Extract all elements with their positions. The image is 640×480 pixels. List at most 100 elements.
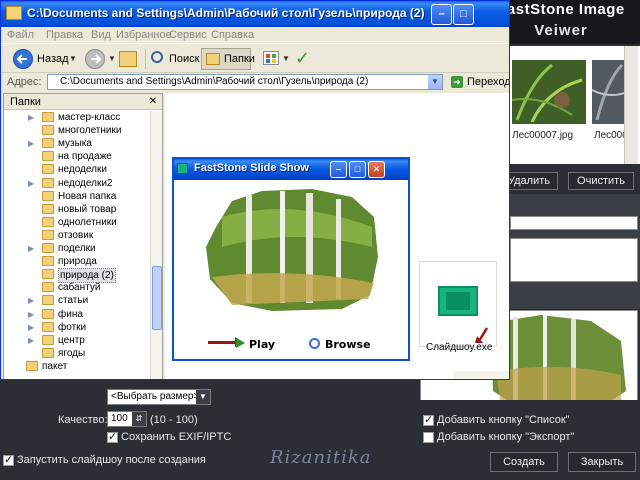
menu-tools[interactable]: Сервис [169,29,207,41]
expand-icon[interactable]: ▶ [28,244,34,253]
close-button[interactable]: Закрыть [568,452,636,472]
expand-icon[interactable]: ▶ [28,336,34,345]
tree-item[interactable]: природа [4,255,150,268]
chevron-down-icon[interactable]: ▼ [428,75,442,89]
search-icon[interactable] [309,338,320,349]
forward-arrow-icon [91,54,102,64]
tree-item-label: фотки [58,321,87,333]
menu-bar: Файл Правка Вид Избранное Сервис Справка [1,27,509,44]
quality-spinner[interactable]: 100 ⇵ [107,411,147,427]
address-bar: Адрес: C:\Documents and Settings\Admin\Р… [1,73,509,91]
tree-item[interactable]: пакет [4,360,150,373]
menu-help[interactable]: Справка [211,29,254,41]
scrollbar-thumb[interactable] [152,266,162,330]
expand-icon[interactable]: ▶ [28,113,34,122]
chevron-down-icon[interactable]: ▼ [69,54,77,63]
expand-icon[interactable]: ▶ [28,323,34,332]
checkmark-icon[interactable]: ✓ [295,48,310,69]
save-exif-label: Сохранить EXIF/IPTC [121,431,232,443]
close-button[interactable]: ✕ [368,161,385,178]
description-field[interactable] [510,238,638,282]
tree-item-label: статьи [58,295,89,307]
folder-icon [42,190,54,201]
back-button[interactable] [13,49,33,69]
tree-item[interactable]: ▶ центр [4,334,150,347]
go-button[interactable]: Переход [467,76,509,88]
menu-view[interactable]: Вид [91,29,111,41]
minimize-button[interactable]: – [330,161,347,178]
tree-item-label: на продаже [58,151,112,163]
folder-icon [206,53,220,65]
tree-item[interactable]: ▶ недоделки2 [4,177,150,190]
search-label[interactable]: Поиск [169,53,199,65]
chevron-down-icon[interactable]: ▼ [108,54,116,63]
menu-file[interactable]: Файл [7,29,34,41]
folder-icon [42,334,54,345]
expand-icon[interactable]: ▶ [28,139,34,148]
horizontal-scrollbar[interactable] [453,371,509,379]
tree-item[interactable]: ▶ статьи [4,294,150,307]
thumbnail-image[interactable] [592,60,628,124]
expand-icon[interactable]: ▶ [28,179,34,188]
fern-photo [512,60,586,124]
folder-icon [42,308,54,319]
folder-tree-scrollbar[interactable] [150,111,162,379]
minimize-button[interactable]: – [431,4,452,25]
explorer-titlebar[interactable]: C:\Documents and Settings\Admin\Рабочий … [1,1,509,27]
back-label: Назад [37,53,69,65]
play-icon[interactable] [236,338,245,348]
start-slideshow-checkbox[interactable] [3,453,14,466]
address-input[interactable]: C:\Documents and Settings\Admin\Рабочий … [47,74,443,90]
tree-item[interactable]: природа (2) [4,268,150,284]
expand-icon[interactable]: ▶ [28,310,34,319]
go-arrow-icon[interactable]: ➜ [451,76,463,88]
tree-item[interactable]: ▶ мастер-класс [4,111,150,124]
tree-item-label: мастер-класс [58,112,121,123]
folders-label: Папки [224,53,255,65]
tree-item[interactable]: недоделки [4,163,150,176]
menu-favorites[interactable]: Избранное [116,29,172,41]
play-button[interactable]: Play [249,338,275,351]
birch-forest-photo [202,187,382,313]
tree-item[interactable]: многолетники [4,124,150,137]
slideshow-titlebar[interactable]: FastStone Slide Show – □ ✕ [174,159,408,180]
tree-item[interactable]: ▶ музыка [4,137,150,150]
menu-edit[interactable]: Правка [46,29,83,41]
clear-button[interactable]: Очистить [568,172,634,190]
search-icon[interactable] [151,51,163,63]
add-list-checkbox[interactable] [423,413,434,426]
save-exif-checkbox[interactable] [107,430,118,443]
tree-item[interactable]: новый товар [4,203,150,216]
title-field[interactable] [510,216,638,230]
tree-item[interactable]: на продаже [4,150,150,163]
thumbnail-image[interactable] [512,60,586,124]
tree-item[interactable]: отзовик [4,229,150,242]
maximize-button[interactable]: □ [453,4,474,25]
tree-item-label: ягоды [58,347,86,359]
up-folder-icon[interactable] [119,51,137,67]
tree-item[interactable]: ▶ фотки [4,321,150,334]
cut-off-text [165,343,169,355]
size-select[interactable]: <Выбрать размер> ▼ [107,389,211,405]
maximize-button[interactable]: □ [349,161,366,178]
tree-item[interactable]: сабантуй [4,281,150,294]
forward-button[interactable] [85,49,105,69]
tree-item[interactable]: ягоды [4,347,150,360]
spinner-arrows-icon[interactable]: ⇵ [132,412,146,426]
start-slideshow-label: Запустить слайдшоу после создания [17,454,206,466]
tree-item[interactable]: ▶ фина [4,308,150,321]
tree-item[interactable]: ▶ поделки [4,242,150,255]
tree-item[interactable]: Новая папка [4,190,150,203]
thumbnail-scrollbar[interactable] [624,46,638,164]
expand-icon[interactable]: ▶ [28,296,34,305]
chevron-down-icon[interactable]: ▼ [282,54,290,63]
views-icon[interactable] [263,51,279,65]
thumbnail-label: Лес00007.jpg [512,130,574,141]
explorer-title: C:\Documents and Settings\Admin\Рабочий … [27,6,425,20]
tree-item[interactable]: однолетники [4,216,150,229]
create-button[interactable]: Создать [490,452,558,472]
add-export-checkbox[interactable] [423,432,434,443]
browse-button[interactable]: Browse [325,338,371,351]
close-icon[interactable]: ✕ [147,96,159,108]
folders-button[interactable]: Папки [201,48,255,70]
